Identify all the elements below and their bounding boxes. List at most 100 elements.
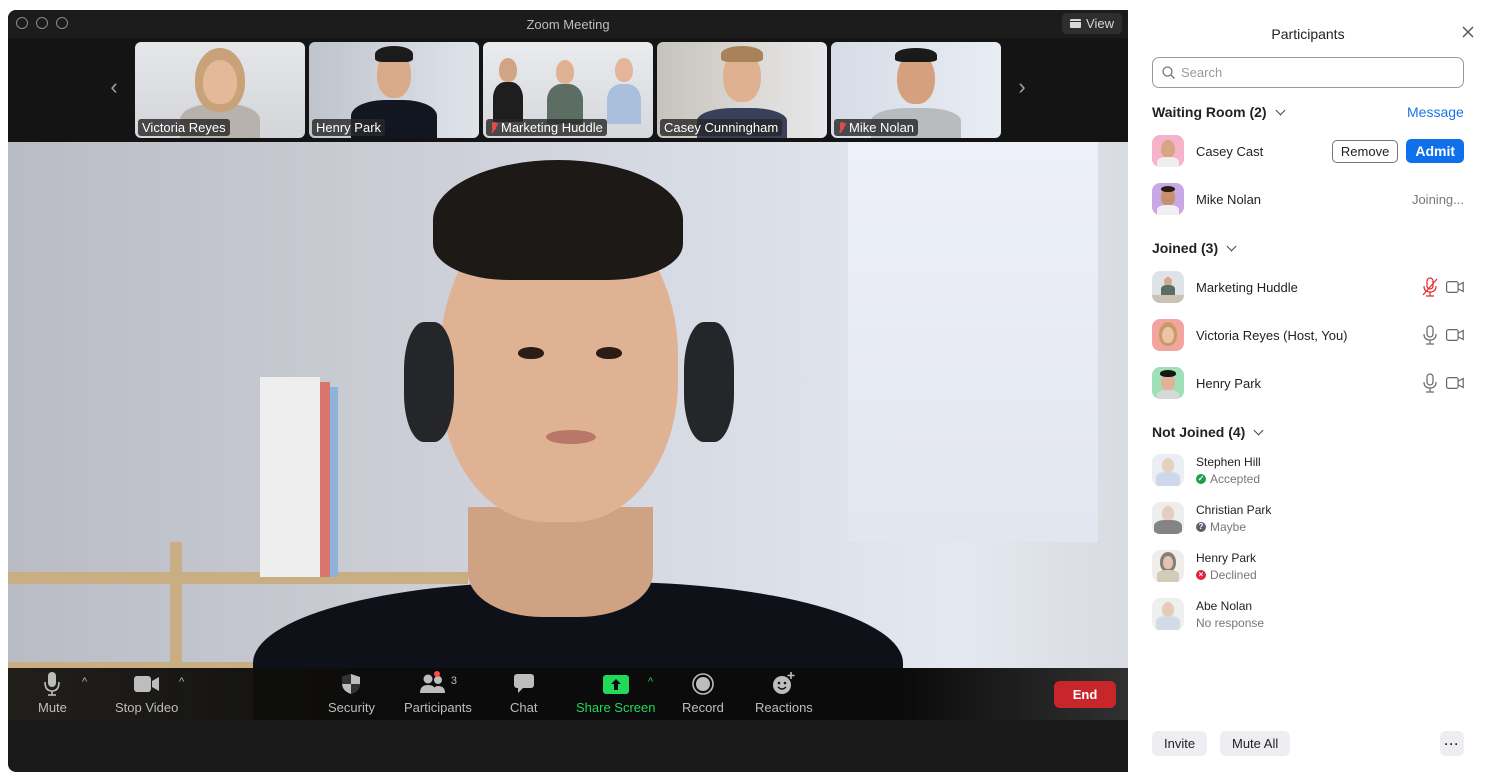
security-button[interactable]: Security — [328, 672, 375, 715]
video-tile[interactable]: Mike Nolan — [831, 42, 1001, 138]
chevron-down-icon — [1253, 425, 1264, 435]
waiting-participant-row: Casey Cast Remove Admit — [1152, 134, 1464, 168]
not-joined-title: Not Joined (4) — [1152, 424, 1246, 440]
rsvp-status: ✓ Accepted — [1196, 471, 1261, 486]
record-icon — [692, 673, 714, 695]
avatar — [1152, 454, 1184, 486]
more-options-button[interactable]: ··· — [1440, 731, 1464, 756]
participant-name: Casey Cast — [1196, 143, 1264, 159]
participants-panel: Participants Waiting Room (2) Message Ca… — [1128, 0, 1500, 782]
search-input[interactable] — [1181, 65, 1441, 80]
video-camera-icon[interactable] — [1446, 329, 1464, 341]
avatar — [1152, 135, 1184, 167]
video-options-caret[interactable]: ^ — [179, 676, 184, 688]
video-tile[interactable]: Marketing Huddle — [483, 42, 653, 138]
person-mouth — [546, 430, 596, 444]
muted-mic-icon — [838, 121, 846, 134]
participant-search[interactable] — [1152, 57, 1464, 88]
tile-name-label: Mike Nolan — [834, 119, 919, 136]
video-camera-icon[interactable] — [1446, 377, 1464, 389]
avatar — [1152, 502, 1184, 534]
waiting-participant-row: Mike Nolan Joining... — [1152, 182, 1464, 216]
joined-participant-row[interactable]: Marketing Huddle — [1152, 270, 1464, 304]
tile-name-label: Henry Park — [312, 119, 386, 136]
chat-label: Chat — [510, 700, 538, 715]
search-icon — [1162, 66, 1175, 79]
participant-name: Victoria Reyes (Host, You) — [1196, 327, 1348, 343]
share-options-caret[interactable]: ^ — [648, 676, 653, 688]
gallery-prev-arrow[interactable]: ‹ — [104, 74, 124, 100]
microphone-icon[interactable] — [1422, 373, 1438, 393]
avatar — [1152, 319, 1184, 351]
video-camera-icon[interactable] — [1446, 281, 1464, 293]
participants-icon — [419, 674, 445, 693]
video-tile-active-speaker[interactable]: Henry Park — [309, 42, 479, 138]
audio-options-caret[interactable]: ^ — [82, 676, 87, 688]
participants-count: 3 — [450, 675, 458, 687]
end-label: End — [1072, 687, 1098, 702]
record-button[interactable]: Record — [682, 672, 724, 715]
headphone-right — [684, 322, 734, 442]
video-tile[interactable]: Victoria Reyes — [135, 42, 305, 138]
stop-video-button[interactable]: Stop Video — [115, 672, 178, 715]
not-joined-header[interactable]: Not Joined (4) — [1152, 424, 1264, 440]
share-screen-button[interactable]: Share Screen — [576, 672, 656, 715]
rsvp-status: No response — [1196, 615, 1265, 630]
person-neck — [468, 507, 653, 617]
chat-bubble-icon — [513, 674, 534, 693]
mute-button[interactable]: Mute — [38, 672, 67, 715]
muted-microphone-icon[interactable] — [1422, 277, 1438, 297]
message-waiting-room-link[interactable]: Message — [1407, 104, 1464, 120]
invitee-name: Abe Nolan — [1196, 598, 1253, 613]
joined-participant-row[interactable]: Victoria Reyes (Host, You) — [1152, 318, 1464, 352]
gallery-view-icon — [1070, 19, 1082, 28]
shelf — [8, 572, 468, 584]
mute-all-button[interactable]: Mute All — [1220, 731, 1291, 756]
x-circle-icon: × — [1196, 569, 1206, 580]
person-eye — [518, 347, 544, 359]
rsvp-status: × Declined — [1196, 568, 1257, 582]
admit-button[interactable]: Admit — [1406, 139, 1464, 163]
invitee-row: Christian Park ? Maybe — [1152, 500, 1271, 536]
remove-button[interactable]: Remove — [1331, 139, 1399, 163]
end-meeting-button[interactable]: End — [1054, 681, 1116, 708]
person-eye — [596, 347, 622, 359]
window-title: Zoom Meeting — [526, 17, 610, 32]
share-screen-icon — [602, 674, 629, 694]
joined-header[interactable]: Joined (3) — [1152, 240, 1237, 256]
microphone-icon[interactable] — [1422, 325, 1438, 345]
gallery-next-arrow[interactable]: › — [1012, 74, 1032, 100]
question-circle-icon: ? — [1196, 521, 1206, 532]
chat-button[interactable]: Chat — [510, 672, 537, 715]
avatar — [1152, 183, 1184, 215]
tile-name-label: Marketing Huddle — [486, 119, 607, 136]
invite-button[interactable]: Invite — [1152, 731, 1208, 756]
invitee-name: Christian Park — [1196, 502, 1272, 517]
mute-label: Mute — [38, 700, 67, 715]
avatar — [1152, 271, 1184, 303]
participants-button[interactable]: 3 Participants — [404, 671, 472, 715]
view-button[interactable]: View — [1062, 13, 1122, 34]
security-label: Security — [328, 700, 375, 715]
close-panel-icon[interactable] — [1460, 24, 1476, 40]
invitee-row: Henry Park × Declined — [1152, 548, 1257, 584]
books — [260, 377, 320, 577]
joining-status: Joining... — [1411, 191, 1464, 207]
panel-title: Participants — [1271, 26, 1345, 42]
video-tile[interactable]: Casey Cunningham — [657, 42, 827, 138]
book — [330, 387, 338, 577]
waiting-room-title: Waiting Room (2) — [1152, 104, 1267, 120]
record-label: Record — [682, 700, 724, 715]
meeting-toolbar: Mute ^ Stop Video ^ Security 3 Participa… — [8, 668, 1128, 720]
book — [320, 382, 330, 577]
share-screen-label: Share Screen — [576, 700, 656, 715]
chevron-down-icon — [1275, 105, 1286, 115]
reactions-button[interactable]: Reactions — [755, 672, 813, 715]
joined-title: Joined (3) — [1152, 240, 1219, 256]
joined-participant-row[interactable]: Henry Park — [1152, 366, 1464, 400]
participant-name: Henry Park — [1196, 375, 1262, 391]
waiting-room-header[interactable]: Waiting Room (2) — [1152, 104, 1286, 120]
person-hair — [433, 160, 683, 280]
muted-mic-icon — [490, 121, 498, 134]
avatar — [1152, 550, 1184, 582]
